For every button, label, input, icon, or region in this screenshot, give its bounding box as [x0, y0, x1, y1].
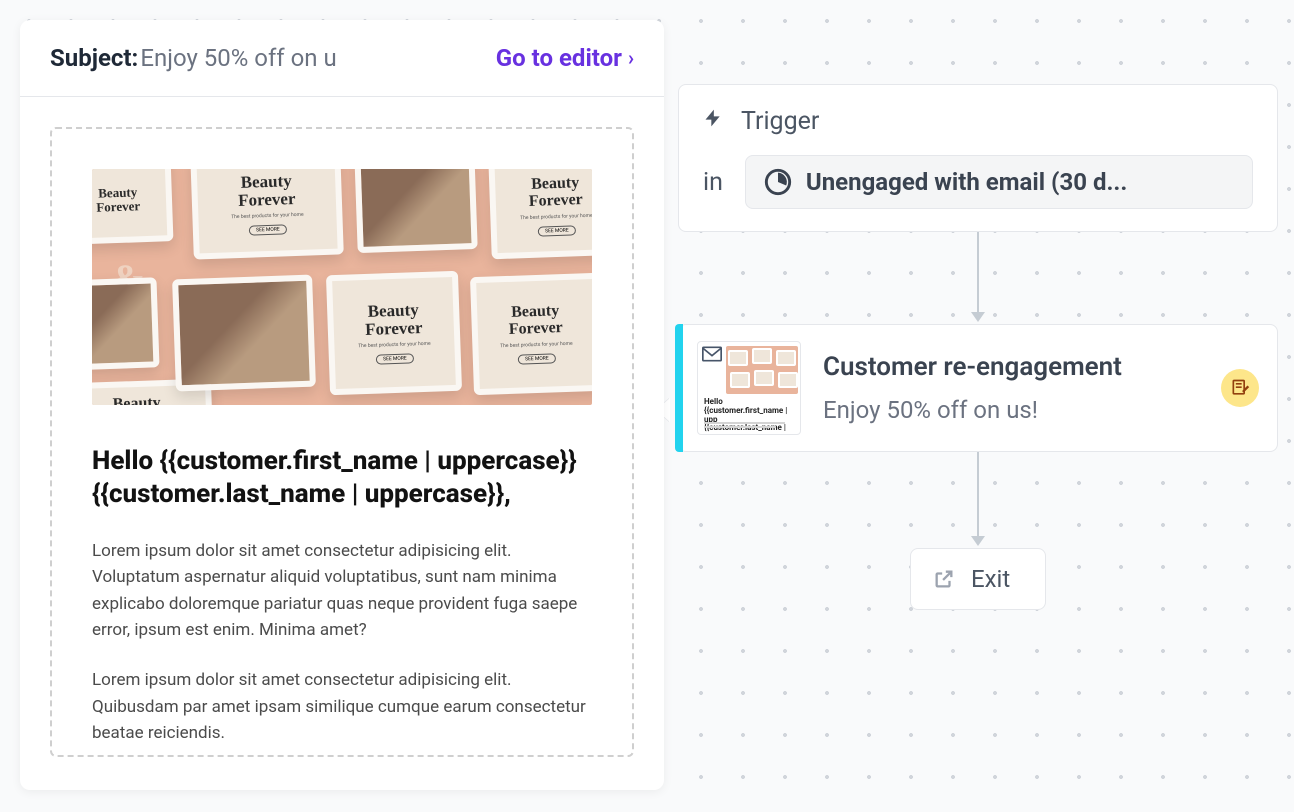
bolt-icon — [703, 105, 723, 137]
subject: Subject: Enjoy 50% off on u — [50, 44, 337, 72]
trigger-in-label: in — [703, 168, 723, 197]
node-accent — [675, 324, 683, 452]
email-preview-panel: Subject: Enjoy 50% off on u Go to editor… — [20, 20, 664, 790]
subject-label: Subject: — [50, 44, 138, 72]
email-thumbnail: Hello {{customer.first_name | upp {{cust… — [697, 341, 801, 435]
segment-icon — [764, 168, 792, 196]
connector — [678, 232, 1278, 324]
chevron-right-icon: › — [628, 46, 634, 70]
trigger-label: Trigger — [741, 107, 819, 136]
envelope-icon — [702, 346, 722, 366]
trigger-node[interactable]: Trigger in Unengaged with email (30 d... — [678, 84, 1278, 232]
hero-image: & & & BeautyForever BeautyForever The be… — [92, 169, 592, 405]
subject-text: Enjoy 50% off on u — [140, 44, 336, 72]
exit-label: Exit — [971, 565, 1010, 593]
edit-note-icon — [1230, 378, 1250, 398]
email-node[interactable]: Hello {{customer.first_name | upp {{cust… — [678, 324, 1278, 452]
edit-badge[interactable] — [1221, 369, 1259, 407]
email-preview-body[interactable]: & & & BeautyForever BeautyForever The be… — [50, 127, 634, 757]
segment-chip[interactable]: Unengaged with email (30 d... — [745, 155, 1253, 209]
exit-node[interactable]: Exit — [910, 548, 1046, 610]
email-body-text: Lorem ipsum dolor sit amet consectetur a… — [92, 538, 592, 746]
connector — [678, 452, 1278, 548]
email-headline: Hello {{customer.first_name | uppercase}… — [92, 445, 592, 510]
go-to-editor-link[interactable]: Go to editor › — [496, 44, 634, 72]
email-node-subtitle: Enjoy 50% off on us! — [823, 396, 1199, 424]
trigger-header: Trigger — [703, 105, 1253, 137]
segment-name: Unengaged with email (30 d... — [806, 168, 1127, 196]
email-node-title: Customer re-engagement — [823, 352, 1199, 382]
flow-container: Trigger in Unengaged with email (30 d... — [678, 84, 1278, 610]
external-link-icon — [933, 568, 955, 590]
